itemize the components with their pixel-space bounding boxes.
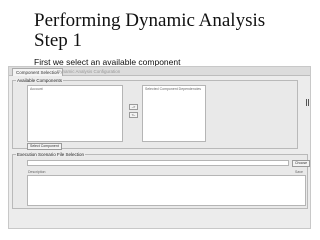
description-textarea[interactable] — [27, 175, 306, 206]
scroll-marker — [306, 99, 309, 106]
selected-components-list-label: Selected Component Dependencies — [145, 87, 202, 91]
slide-title-line-2: Step 1 — [34, 30, 83, 51]
description-label: Description — [28, 170, 46, 174]
choose-file-button[interactable]: Choose — [292, 160, 311, 167]
add-component-button[interactable]: -> — [129, 104, 138, 110]
save-label[interactable]: Save — [295, 170, 303, 174]
slide-title-line-1: Performing Dynamic Analysis — [34, 10, 266, 31]
tab-dynamic-analysis-configuration[interactable]: Dynamic Analysis Configuration — [54, 68, 123, 76]
available-components-label: Available Components — [16, 78, 63, 83]
selected-components-list[interactable]: Selected Component Dependencies — [142, 85, 206, 142]
available-components-list[interactable]: Account — [27, 85, 123, 142]
remove-component-button[interactable]: <- — [129, 112, 138, 118]
available-components-group: Available Components Account -> <- Selec… — [12, 78, 298, 150]
execution-scenario-group: Execution Scenario File Selection Choose… — [12, 152, 311, 209]
tab-bar: Component Selection Dynamic Analysis Con… — [9, 67, 310, 76]
select-component-button[interactable]: Select Component — [27, 143, 62, 150]
app-screenshot: Component Selection Dynamic Analysis Con… — [8, 66, 311, 229]
slide-title: Performing Dynamic Analysis Step 1 — [34, 11, 265, 51]
available-components-list-label: Account — [30, 87, 43, 91]
scenario-file-field[interactable] — [27, 160, 289, 166]
execution-scenario-label: Execution Scenario File Selection — [16, 152, 86, 157]
